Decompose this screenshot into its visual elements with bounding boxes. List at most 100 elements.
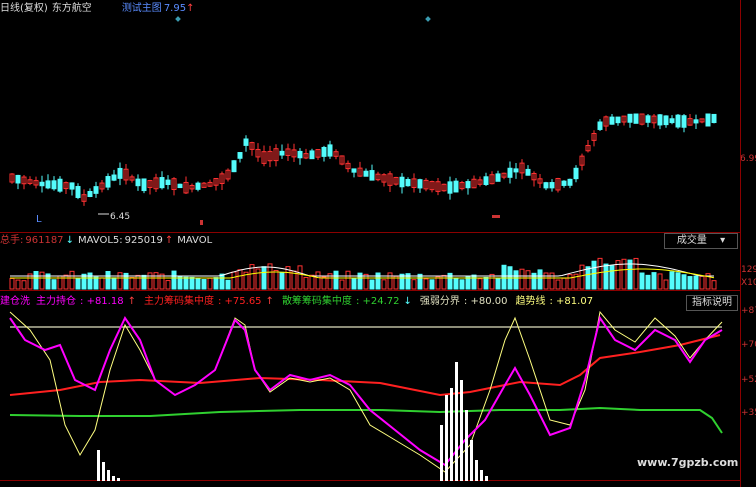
volume-bar (339, 279, 345, 290)
candle-body (399, 176, 405, 188)
volume-bar (111, 277, 117, 290)
candle-body (609, 116, 615, 125)
volume-bar (567, 274, 573, 290)
volume-bar (201, 279, 207, 290)
volume-bar (459, 279, 465, 290)
signal-bar (445, 395, 448, 481)
volume-bar (93, 276, 99, 290)
volume-bar (303, 276, 309, 290)
volume-bar (351, 277, 357, 290)
volume-bar (183, 276, 189, 290)
volume-bar (591, 260, 597, 290)
candle-body (567, 178, 573, 186)
volume-bar (465, 276, 471, 290)
candle-body (87, 190, 93, 198)
indicator-axis-label: +35 (741, 408, 756, 418)
volume-bar (297, 265, 303, 290)
volume-bar (117, 272, 123, 290)
volume-bar (51, 279, 57, 290)
indicator-axis-label: +87 (741, 306, 756, 316)
candle-body (615, 116, 621, 124)
candle-body (627, 113, 633, 123)
candle-body (711, 113, 717, 124)
volume-bar (711, 280, 717, 290)
volume-bar (513, 270, 519, 290)
candle-body (573, 167, 579, 180)
candle-body (681, 115, 687, 128)
signal-bar (470, 440, 473, 481)
marker-tick (200, 220, 203, 225)
volume-bar (69, 270, 75, 290)
volume-bar (345, 270, 351, 290)
volume-bar (153, 272, 159, 290)
signal-bar (480, 470, 483, 481)
candle-body (135, 178, 141, 187)
volume-bar (333, 270, 339, 290)
volume-axis-label: 129 (741, 265, 756, 275)
candle-body (141, 178, 147, 192)
chart-canvas[interactable] (0, 0, 740, 487)
candle-body (405, 179, 411, 187)
volume-bar (525, 270, 531, 290)
volume-bar (363, 273, 369, 290)
volume-bar (141, 274, 147, 290)
volume-bar (387, 272, 393, 290)
volume-bar (555, 279, 561, 290)
candle-body (543, 182, 549, 189)
volume-bar (273, 270, 279, 290)
candle-body (549, 182, 555, 189)
candle-body (447, 181, 453, 194)
candle-body (237, 152, 243, 159)
volume-bar (225, 279, 231, 290)
signal-bar (450, 388, 453, 481)
volume-bar (147, 272, 153, 290)
candle-body (705, 113, 711, 127)
signal-bar (97, 450, 100, 481)
volume-bar (675, 272, 681, 290)
candle-body (111, 174, 117, 181)
candle-body (75, 186, 81, 198)
volume-bar (579, 264, 585, 290)
volume-bar (15, 279, 21, 290)
volume-bar (75, 278, 81, 290)
volume-bar (219, 273, 225, 290)
candle-body (321, 146, 327, 157)
chart-window: 日线(复权)东方航空测试主图7.95↑ 6.99 6.45 L 总手:96118… (0, 0, 756, 487)
volume-bar (375, 272, 381, 290)
signal-bar (455, 362, 458, 481)
candle-body (159, 177, 165, 189)
indicator-axis-label: +52 (741, 375, 756, 385)
candle-body (495, 173, 501, 182)
candle-body (657, 114, 663, 126)
volume-bar (135, 274, 141, 290)
volume-bar (87, 272, 93, 290)
signal-bar (465, 410, 468, 481)
volume-bar (423, 278, 429, 290)
candle-body (483, 176, 489, 185)
volume-bar (645, 274, 651, 290)
candle-body (117, 167, 123, 179)
volume-bar (687, 276, 693, 290)
signal-bar (102, 462, 105, 481)
high-price-label: 6.99 (740, 154, 756, 164)
volume-bar (471, 274, 477, 290)
candle-body (351, 168, 357, 173)
volume-bar (261, 266, 267, 290)
candle-body (645, 115, 651, 123)
volume-bar (603, 263, 609, 290)
volume-bar (495, 278, 501, 290)
volume-bar (99, 277, 105, 290)
volume-bar (633, 257, 639, 290)
volume-bar (453, 277, 459, 290)
candle-body (45, 180, 51, 189)
candle-body (231, 160, 237, 173)
candle-body (465, 181, 471, 189)
signal-bar (107, 470, 110, 481)
volume-bar (189, 276, 195, 290)
retail-concentration-line (9, 406, 723, 434)
volume-bar (171, 270, 177, 290)
volume-bar (537, 269, 543, 290)
candle-body (69, 182, 75, 190)
volume-bar (231, 271, 237, 290)
volume-bar (597, 257, 603, 290)
